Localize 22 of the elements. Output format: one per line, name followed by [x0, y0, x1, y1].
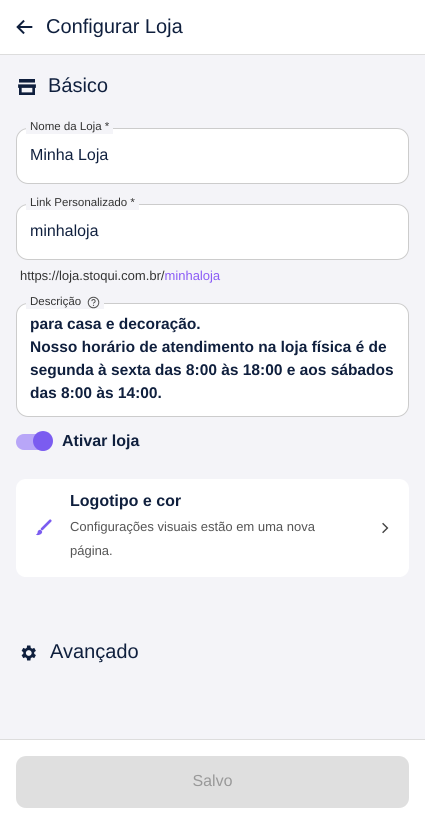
- paintbrush-icon: [34, 519, 52, 537]
- logo-color-card[interactable]: Logotipo e cor Configurações visuais estão em uma nova página.: [16, 479, 409, 577]
- section-title: Avançado: [50, 641, 139, 664]
- description-field[interactable]: Descrição para casa e decoração. Nosso horário de atendimento na loja física é de segunda à sexta das 8:00 às 18:00 e aos sábados das 8:00 às 14:00.: [16, 295, 409, 417]
- store-icon: [18, 78, 36, 94]
- section-title: Básico: [48, 75, 108, 98]
- field-label: Nome da Loja *: [26, 120, 114, 134]
- toggle-label: Ativar loja: [62, 433, 140, 451]
- card-subtitle: Configurações visuais estão em uma nova página.: [70, 518, 316, 560]
- field-label: Link Personalizado *: [26, 196, 139, 210]
- field-value: minhaloja: [30, 223, 98, 241]
- card-title: Logotipo e cor: [70, 493, 182, 511]
- input-field[interactable]: Link Personalizado * minhaloja: [16, 196, 409, 260]
- field-label: Descrição: [30, 295, 82, 309]
- field-value: Minha Loja: [30, 147, 108, 165]
- toggle-switch[interactable]: [16, 434, 52, 450]
- link-preview: https://loja.stoqui.com.br/minhaloja: [20, 268, 222, 283]
- help-icon[interactable]: [87, 296, 100, 308]
- field-value: para casa e decoração. Nosso horário de atendimento na loja física é de segunda à sexta das 8:00 às 18:00 e aos sábados das 8:00 às 14:00.: [30, 315, 395, 404]
- input-field[interactable]: Nome da Loja * Minha Loja: [16, 120, 409, 184]
- chevron-right-icon: [381, 522, 389, 534]
- page-title: Configurar Loja: [46, 16, 183, 38]
